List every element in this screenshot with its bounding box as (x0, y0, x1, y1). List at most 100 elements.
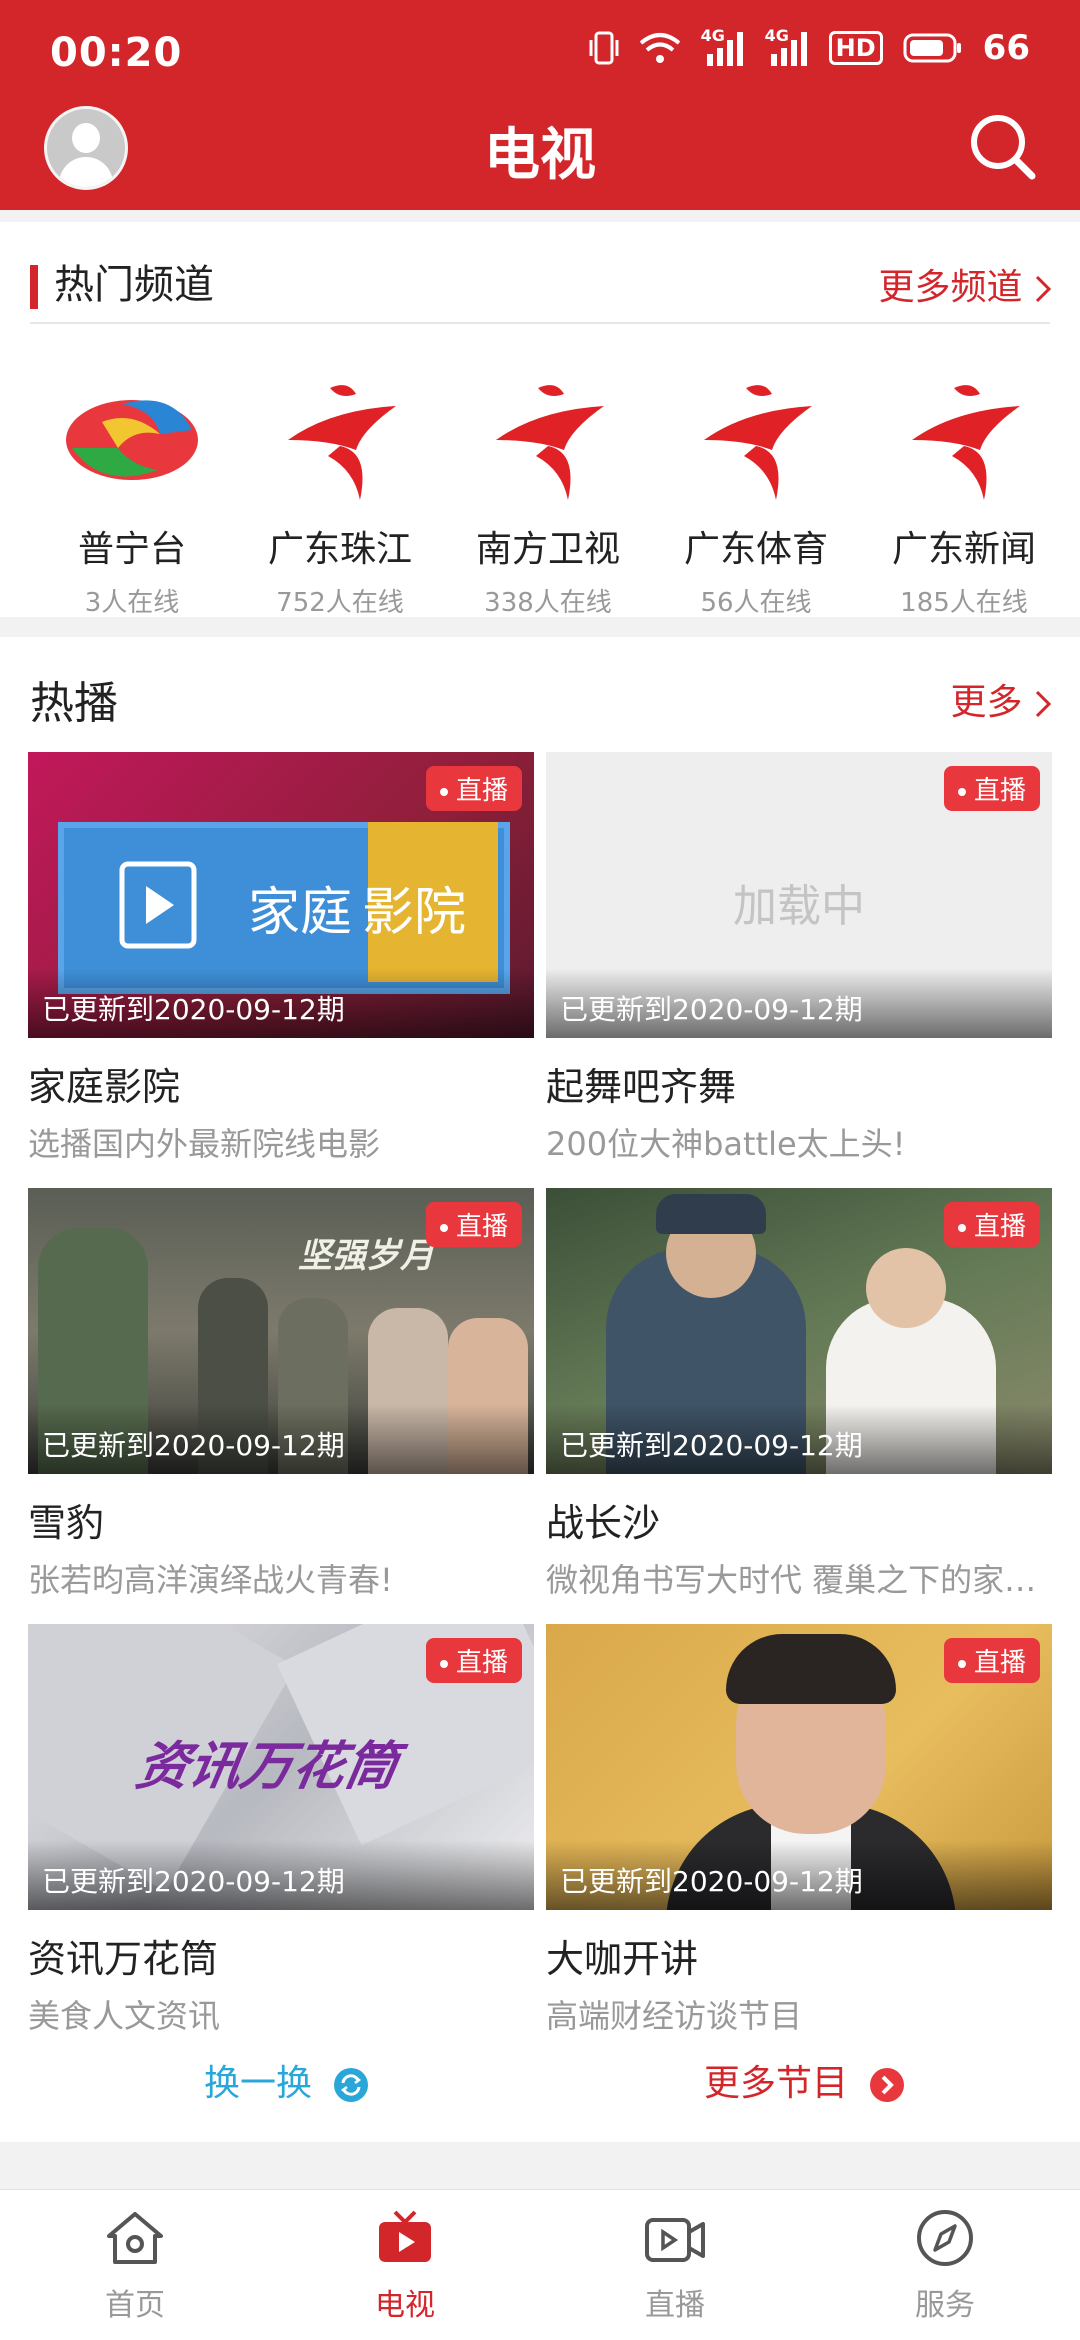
channel-online: 338人在线 (484, 588, 612, 618)
status-icons: 4G 4G HD 66 (589, 26, 1030, 68)
program-subtitle: 选播国内外最新院线电影 (28, 1125, 381, 1163)
channel-item[interactable]: 普宁台 3人在线 (28, 370, 236, 619)
thumb-text-1: 家庭 (248, 883, 353, 943)
gdtv-logo-icon (496, 385, 604, 500)
tab-home[interactable]: 首页 (60, 2208, 210, 2324)
more-programs-button[interactable]: 更多节目 (704, 2054, 905, 2106)
tab-label: 首页 (105, 2288, 165, 2323)
program-card[interactable]: 家庭 影院 直播 已更新到2020-09-12期 家庭影院 选播国内外最新院线电影 (28, 752, 534, 1165)
tab-service[interactable]: 服务 (870, 2208, 1020, 2324)
program-title: 战长沙 (546, 1501, 661, 1545)
program-thumbnail: 坚强岁月 直播 已更新到2020-09-12期 (28, 1188, 534, 1474)
program-card[interactable]: 直播 已更新到2020-09-12期 大咖开讲 高端财经访谈节目 (546, 1624, 1052, 2037)
wifi-icon (639, 33, 680, 63)
channel-item[interactable]: 广东新闻 185人在线 (860, 370, 1068, 619)
channel-online: 185人在线 (900, 588, 1028, 618)
chevron-right-icon (1035, 690, 1052, 718)
live-badge: 直播 (425, 1638, 522, 1683)
live-badge: 直播 (425, 1202, 522, 1247)
more-hot-link[interactable]: 更多 (951, 673, 1052, 725)
hd-icon: HD (828, 31, 883, 65)
home-icon (107, 2212, 163, 2264)
thumb-slogan: 坚强岁月 (298, 1236, 434, 1276)
live-badge: 直播 (943, 1202, 1040, 1247)
refresh-label: 换一换 (204, 2063, 313, 2104)
signal-4g-2-icon: 4G (765, 26, 809, 66)
live-badge: 直播 (943, 1638, 1040, 1683)
section-accent-bar (30, 265, 38, 309)
more-programs-label: 更多节目 (704, 2063, 849, 2104)
signal-4g-1-icon: 4G (701, 26, 745, 66)
refresh-button[interactable]: 换一换 (204, 2054, 369, 2106)
loading-text: 加载中 (733, 881, 865, 932)
refresh-icon (334, 2068, 369, 2102)
program-thumbnail: 直播 已更新到2020-09-12期 (546, 1188, 1052, 1474)
vibrate-icon (589, 31, 619, 65)
tab-label: 直播 (645, 2288, 705, 2323)
puning-logo-icon (66, 400, 198, 480)
gdtv-logo-icon (704, 385, 812, 500)
channel-name: 广东体育 (683, 529, 828, 570)
search-icon[interactable] (966, 110, 1038, 182)
tv-icon (379, 2210, 431, 2262)
program-subtitle: 200位大神battle太上头! (546, 1125, 906, 1163)
more-channels-label: 更多频道 (878, 267, 1023, 308)
program-thumbnail: 家庭 影院 直播 已更新到2020-09-12期 (28, 752, 534, 1038)
program-title: 家庭影院 (28, 1065, 181, 1109)
channel-name: 广东珠江 (267, 529, 412, 570)
film-play-icon (119, 861, 197, 949)
channel-name: 广东新闻 (891, 529, 1036, 570)
channel-name: 普宁台 (77, 529, 186, 570)
channel-name: 南方卫视 (475, 529, 620, 570)
program-subtitle: 美食人文资讯 (28, 1997, 221, 2035)
update-overlay: 已更新到2020-09-12期 (28, 968, 534, 1038)
program-card[interactable]: 直播 已更新到2020-09-12期 战长沙 微视角书写大时代 覆巢之下的家… (546, 1188, 1052, 1601)
program-title: 雪豹 (28, 1501, 105, 1545)
arrow-circle-right-icon (870, 2068, 905, 2102)
live-video-icon (645, 2218, 705, 2262)
channel-item[interactable]: 广东体育 56人在线 (652, 370, 860, 619)
channel-list: 普宁台 3人在线 广东珠江 752人在线 南方卫视 338人在线 广东体育 56… (0, 330, 1080, 618)
program-title: 起舞吧齐舞 (546, 1065, 737, 1109)
program-card[interactable]: 坚强岁月 直播 已更新到2020-09-12期 雪豹 张若昀高洋演绎战火青春! (28, 1188, 534, 1601)
tab-label: 电视 (375, 2288, 435, 2323)
tab-tv[interactable]: 电视 (330, 2208, 480, 2324)
section-divider (30, 322, 1050, 324)
tab-label: 服务 (915, 2288, 975, 2323)
program-card[interactable]: 资讯万花筒 直播 已更新到2020-09-12期 资讯万花筒 美食人文资讯 (28, 1624, 534, 2037)
program-subtitle: 高端财经访谈节目 (546, 1997, 803, 2035)
channel-item[interactable]: 南方卫视 338人在线 (444, 370, 652, 619)
program-subtitle: 微视角书写大时代 覆巢之下的家… (546, 1561, 1037, 1599)
channel-online: 752人在线 (276, 588, 404, 618)
app-header: 00:20 4G 4G HD 66 电视 (0, 0, 1080, 210)
program-title: 资讯万花筒 (28, 1937, 219, 1981)
program-thumbnail: 资讯万花筒 直播 已更新到2020-09-12期 (28, 1624, 534, 1910)
section-actions: 换一换 更多节目 (0, 2050, 1080, 2130)
tab-live[interactable]: 直播 (600, 2208, 750, 2324)
channel-item[interactable]: 广东珠江 752人在线 (236, 370, 444, 619)
program-grid: 家庭 影院 直播 已更新到2020-09-12期 家庭影院 选播国内外最新院线电影… (28, 752, 1052, 2042)
program-subtitle: 张若昀高洋演绎战火青春! (28, 1561, 393, 1599)
more-hot-label: 更多 (950, 682, 1023, 723)
more-channels-link[interactable]: 更多频道 (879, 258, 1052, 310)
program-thumbnail: 加载中 直播 已更新到2020-09-12期 (546, 752, 1052, 1038)
thumb-text-2: 影院 (362, 883, 467, 943)
compass-icon (917, 2210, 973, 2266)
gdtv-logo-icon (288, 385, 396, 500)
status-time: 00:20 (50, 30, 183, 76)
channel-online: 56人在线 (700, 588, 812, 618)
battery-icon (903, 33, 961, 63)
live-badge: 直播 (943, 766, 1040, 811)
program-card[interactable]: 加载中 直播 已更新到2020-09-12期 起舞吧齐舞 200位大神battl… (546, 752, 1052, 1165)
channel-online: 3人在线 (84, 588, 180, 618)
hot-play-title: 热播 (30, 678, 118, 729)
update-overlay: 已更新到2020-09-12期 (546, 1404, 1052, 1474)
update-overlay: 已更新到2020-09-12期 (546, 968, 1052, 1038)
gdtv-logo-icon (912, 385, 1020, 500)
update-overlay: 已更新到2020-09-12期 (28, 1404, 534, 1474)
hot-channels-header: 热门频道 (30, 252, 214, 310)
update-overlay: 已更新到2020-09-12期 (546, 1840, 1052, 1910)
program-thumbnail: 直播 已更新到2020-09-12期 (546, 1624, 1052, 1910)
chevron-right-icon (1035, 275, 1052, 303)
battery-level: 66 (982, 28, 1030, 68)
